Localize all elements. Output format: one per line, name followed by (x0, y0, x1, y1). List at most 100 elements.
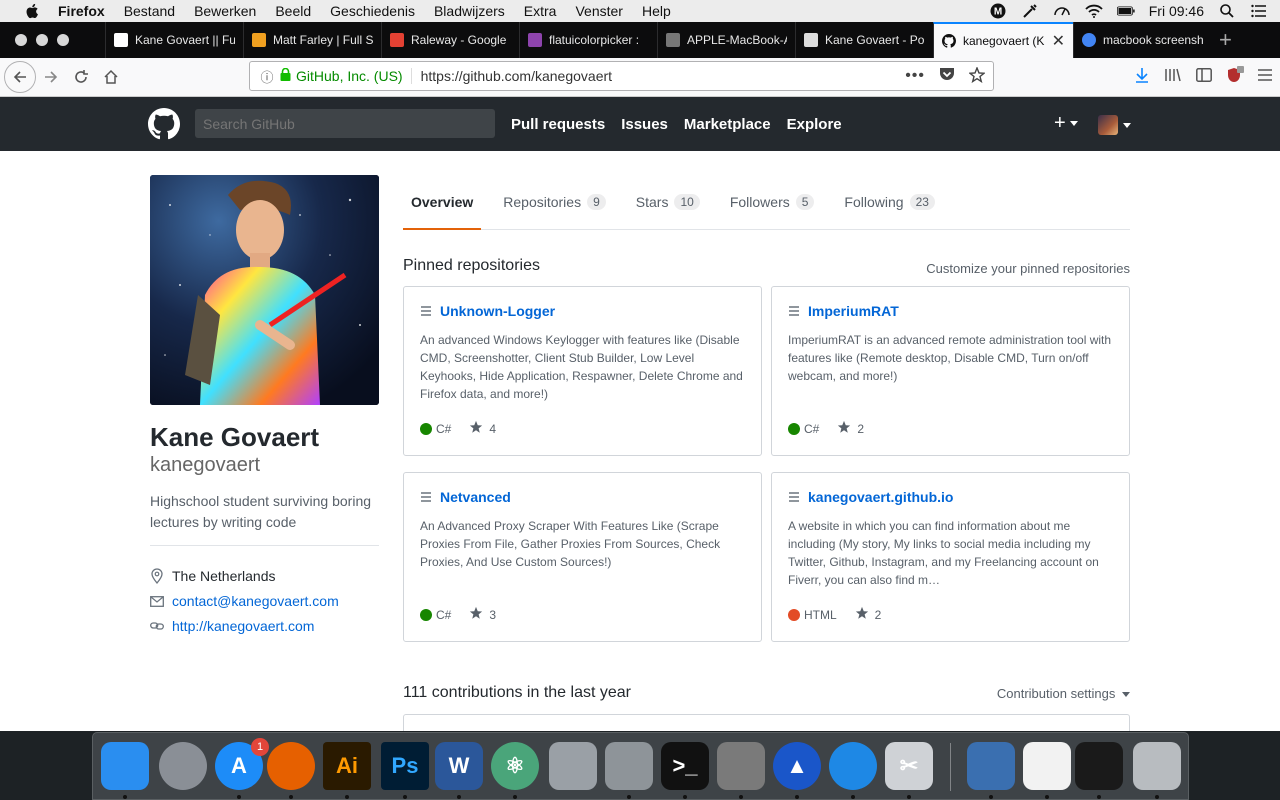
menu-hamburger-icon[interactable] (1258, 68, 1272, 86)
transmit-icon[interactable] (717, 742, 765, 790)
github-search-input[interactable] (195, 109, 495, 138)
browser-tab[interactable]: Raleway - Google (381, 22, 519, 58)
finder-window-icon[interactable] (967, 742, 1015, 790)
downloads-icon[interactable] (1134, 67, 1150, 88)
spotlight-icon[interactable] (1218, 3, 1236, 19)
page-actions-icon[interactable]: ••• (905, 67, 925, 85)
profile-avatar[interactable] (150, 175, 379, 405)
tab-followers[interactable]: Followers 5 (722, 182, 823, 230)
star-icon[interactable] (469, 420, 483, 437)
close-window-button[interactable] (15, 34, 27, 46)
safari-icon[interactable] (829, 742, 877, 790)
pocket-icon[interactable] (939, 67, 955, 85)
star-icon[interactable] (855, 606, 869, 623)
home-button[interactable] (96, 62, 126, 92)
nav-marketplace[interactable]: Marketplace (684, 116, 771, 133)
menu-app-firefox[interactable]: Firefox (58, 3, 105, 19)
new-tab-button[interactable]: + (1219, 27, 1232, 53)
macos-dock: A 1 Ai Ps W ⚛ >_ ▲ ✂ (92, 732, 1189, 800)
menu-beeld[interactable]: Beeld (275, 3, 311, 19)
clock[interactable]: Fri 09:46 (1149, 3, 1204, 19)
bookmark-star-icon[interactable] (968, 65, 986, 86)
menu-help[interactable]: Help (642, 3, 671, 19)
star-icon[interactable] (837, 420, 851, 437)
word-icon[interactable]: W (435, 742, 483, 790)
repo-title-link[interactable]: Netvanced (420, 489, 745, 505)
trash-icon[interactable] (1133, 742, 1181, 790)
activity-icon[interactable] (1053, 3, 1071, 19)
nav-explore[interactable]: Explore (787, 116, 842, 133)
library-icon[interactable] (1164, 67, 1182, 88)
browser-tab[interactable]: flatuicolorpicker : (519, 22, 657, 58)
m-status-icon[interactable]: M (989, 3, 1007, 19)
menu-bewerken[interactable]: Bewerken (194, 3, 256, 19)
battery-icon[interactable] (1116, 3, 1135, 19)
menu-venster[interactable]: Venster (575, 3, 622, 19)
zoom-window-button[interactable] (57, 34, 69, 46)
repo-stars[interactable]: 2 (875, 608, 882, 622)
github-logo-icon[interactable] (148, 108, 180, 140)
nav-issues[interactable]: Issues (621, 116, 668, 133)
notification-center-icon[interactable] (1250, 3, 1268, 19)
website-link[interactable]: http://kanegovaert.com (172, 618, 314, 634)
minimize-window-button[interactable] (36, 34, 48, 46)
info-icon[interactable]: ⓘ (256, 67, 278, 86)
browser-tab[interactable]: Kane Govaert - Po (795, 22, 933, 58)
wifi-icon[interactable] (1085, 3, 1103, 19)
repo-title-link[interactable]: ImperiumRAT (788, 303, 1113, 319)
tab-label: macbook screensh (1103, 33, 1203, 47)
github-favicon-icon (942, 34, 956, 48)
repo-stars[interactable]: 3 (489, 608, 496, 622)
terminal-icon[interactable]: >_ (661, 742, 709, 790)
app-store-icon[interactable]: A1 (215, 738, 269, 790)
site-identity[interactable]: GitHub, Inc. (US) (296, 68, 412, 84)
menu-bestand[interactable]: Bestand (124, 3, 175, 19)
scissors-icon[interactable]: ✂ (885, 742, 933, 790)
menu-geschiedenis[interactable]: Geschiedenis (330, 3, 415, 19)
repo-stars[interactable]: 4 (489, 422, 496, 436)
browser-tab[interactable]: macbook screensh (1073, 22, 1211, 58)
url-bar[interactable]: ⓘ GitHub, Inc. (US) https://github.com/k… (249, 61, 994, 91)
tab-overview[interactable]: Overview (403, 182, 482, 230)
url-text[interactable]: https://github.com/kanegovaert (421, 68, 612, 84)
nav-pull-requests[interactable]: Pull requests (511, 116, 605, 133)
user-menu[interactable] (1098, 115, 1131, 135)
repo-stars[interactable]: 2 (857, 422, 864, 436)
reload-button[interactable] (66, 62, 96, 92)
repo-title-link[interactable]: Unknown-Logger (420, 303, 745, 319)
forward-button[interactable] (36, 62, 66, 92)
terminal-window-icon[interactable] (1075, 742, 1123, 790)
back-button[interactable] (4, 61, 36, 93)
tab-repositories[interactable]: Repositories 9 (495, 182, 614, 230)
tab-following[interactable]: Following 23 (836, 182, 943, 230)
create-new-dropdown[interactable]: + (1054, 112, 1078, 135)
photoshop-icon[interactable]: Ps (381, 742, 429, 790)
contribution-settings-dropdown[interactable]: Contribution settings (997, 686, 1130, 701)
customize-pinned-link[interactable]: Customize your pinned repositories (926, 261, 1130, 276)
tab-stars[interactable]: Stars 10 (628, 182, 708, 230)
launchpad-icon[interactable] (159, 742, 207, 790)
atom-icon[interactable]: ⚛ (491, 742, 539, 790)
illustrator-icon[interactable]: Ai (323, 742, 371, 790)
sidebar-icon[interactable] (1196, 67, 1212, 87)
tools-icon[interactable] (1021, 3, 1039, 19)
browser-toolbar: ⓘ GitHub, Inc. (US) https://github.com/k… (0, 58, 1280, 97)
repo-title-link[interactable]: kanegovaert.github.io (788, 489, 1113, 505)
star-icon[interactable] (469, 606, 483, 623)
menu-extra[interactable]: Extra (524, 3, 557, 19)
browser-tab[interactable]: Kane Govaert || Full-St (105, 22, 243, 58)
firefox-icon[interactable] (267, 742, 315, 790)
ublock-icon[interactable] (1226, 65, 1244, 89)
menu-bladwijzers[interactable]: Bladwijzers (434, 3, 505, 19)
browser-tab[interactable]: APPLE-MacBook-A (657, 22, 795, 58)
nordvpn-icon[interactable]: ▲ (773, 742, 821, 790)
finder-icon[interactable] (101, 742, 149, 790)
browser-tab[interactable]: Matt Farley | Full S (243, 22, 381, 58)
apple-menu-icon[interactable] (20, 0, 42, 22)
close-tab-icon[interactable]: ✕ (1052, 31, 1065, 51)
document-icon[interactable] (1023, 742, 1071, 790)
disk-utility-icon[interactable] (605, 742, 653, 790)
archive-utility-icon[interactable] (549, 742, 597, 790)
email-link[interactable]: contact@kanegovaert.com (172, 593, 339, 609)
browser-tab-active[interactable]: kanegovaert (K ✕ (933, 22, 1073, 58)
